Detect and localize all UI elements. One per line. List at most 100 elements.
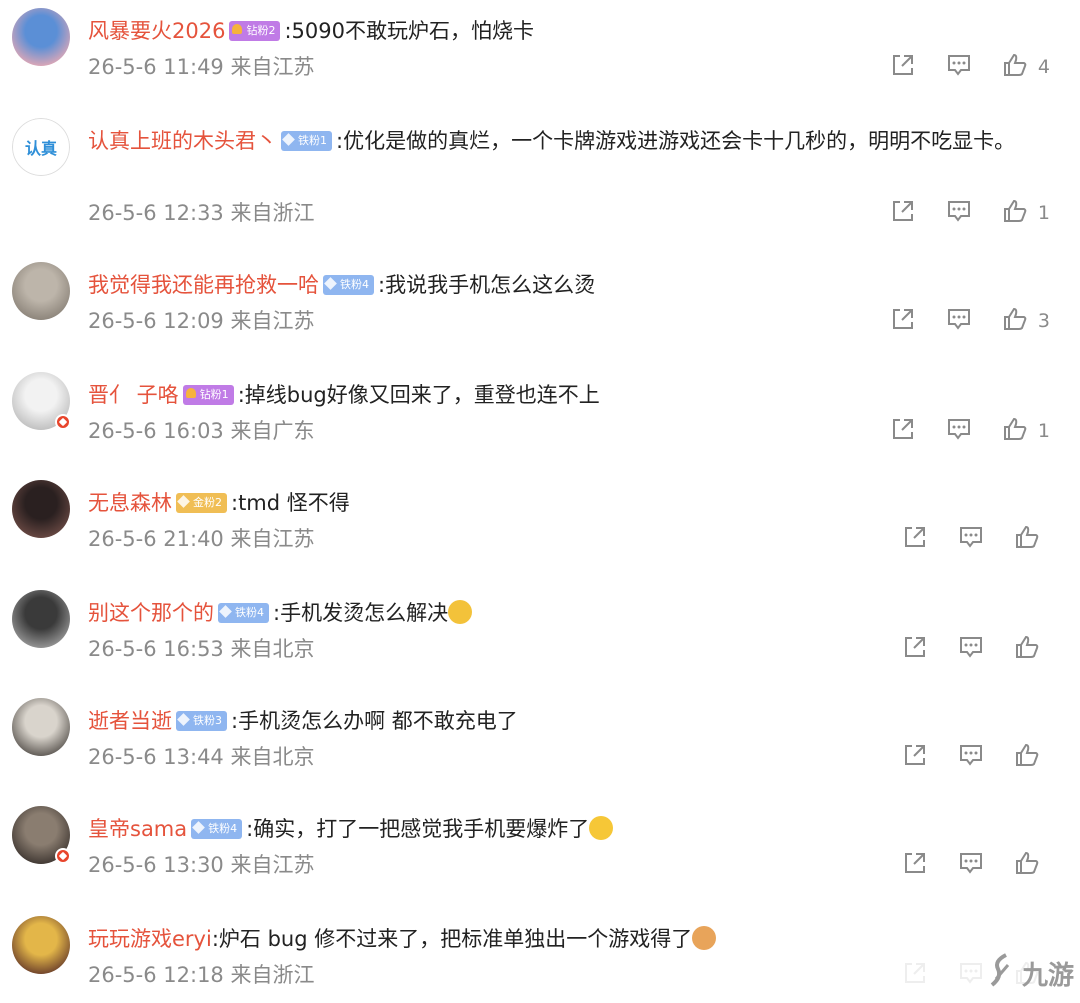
comment-text: :确实，打了一把感觉我手机要爆炸了 bbox=[246, 817, 590, 841]
comment-actions: 1 bbox=[860, 198, 1050, 228]
username[interactable]: 别这个那个的 bbox=[88, 601, 214, 625]
avatar[interactable] bbox=[12, 916, 70, 974]
fan-badge-label: 铁粉4 bbox=[235, 605, 264, 619]
comment-meta: 26-5-6 16:53 来自北京 bbox=[88, 637, 315, 661]
like-count: 4 bbox=[1037, 56, 1050, 78]
reply-button[interactable] bbox=[946, 198, 972, 229]
comment-meta: 26-5-6 11:49 来自江苏 bbox=[88, 55, 315, 79]
fan-badge: 铁粉4 bbox=[323, 274, 374, 295]
comment-meta: 26-5-6 21:40 来自江苏 bbox=[88, 527, 315, 551]
like-button[interactable] bbox=[1014, 742, 1040, 773]
comment-text: :掉线bug好像又回来了，重登也连不上 bbox=[237, 383, 600, 407]
diamond-icon bbox=[324, 276, 337, 290]
comment-icon bbox=[958, 524, 984, 555]
thumbs-up-icon bbox=[1014, 634, 1040, 665]
fan-badge-label: 铁粉3 bbox=[193, 713, 222, 727]
thumbs-up-icon bbox=[1002, 306, 1028, 337]
watermark-logo-icon bbox=[986, 952, 1016, 994]
username[interactable]: 认真上班的木头君丶 bbox=[88, 129, 277, 153]
like-button[interactable]: 1 bbox=[1002, 416, 1050, 447]
diamond-icon bbox=[192, 820, 206, 834]
share-button[interactable] bbox=[890, 52, 916, 83]
comment-text: :手机发烫怎么解决 bbox=[273, 601, 449, 625]
thumbs-up-icon bbox=[1014, 524, 1040, 555]
fan-badge: 铁粉4 bbox=[191, 818, 243, 839]
comment-text: :我说我手机怎么这么烫 bbox=[378, 273, 596, 297]
like-button[interactable]: 3 bbox=[1002, 306, 1050, 337]
comment-meta: 26-5-6 12:33 来自浙江 bbox=[88, 201, 315, 225]
avatar[interactable] bbox=[12, 480, 70, 538]
comment-icon bbox=[958, 742, 984, 773]
share-button[interactable] bbox=[902, 850, 928, 881]
like-button[interactable] bbox=[1014, 634, 1040, 665]
comment-meta: 26-5-6 13:30 来自江苏 bbox=[88, 853, 315, 877]
fan-badge-label: 金粉2 bbox=[193, 495, 222, 509]
watermark-text: 九游 bbox=[1021, 960, 1074, 991]
comment-actions bbox=[872, 742, 1040, 772]
username[interactable]: 晋亻 子咯 bbox=[88, 383, 179, 407]
verified-badge-icon bbox=[55, 414, 71, 430]
comment-text: :手机烫怎么办啊 都不敢充电了 bbox=[231, 709, 518, 733]
diamond-icon bbox=[282, 132, 295, 146]
fan-badge-label: 钻粉1 bbox=[199, 387, 229, 401]
share-button[interactable] bbox=[902, 524, 928, 555]
fan-badge: 铁粉1 bbox=[281, 130, 332, 151]
avatar-text: 认真 bbox=[12, 118, 70, 176]
avatar[interactable] bbox=[12, 698, 70, 756]
like-count: 1 bbox=[1037, 420, 1050, 442]
comment-actions: 3 bbox=[860, 306, 1050, 336]
comment-icon bbox=[958, 850, 984, 881]
share-button[interactable] bbox=[890, 416, 916, 447]
comment-icon bbox=[946, 416, 972, 447]
reply-button[interactable] bbox=[958, 850, 984, 881]
like-button[interactable]: 4 bbox=[1002, 52, 1050, 83]
reply-button[interactable] bbox=[946, 416, 972, 447]
share-icon bbox=[902, 742, 928, 773]
comment-icon bbox=[946, 198, 972, 229]
reply-button[interactable] bbox=[946, 306, 972, 337]
fan-badge: 钻粉2 bbox=[229, 20, 281, 41]
like-button[interactable] bbox=[1014, 524, 1040, 555]
thumbs-up-icon bbox=[1014, 850, 1040, 881]
avatar[interactable] bbox=[12, 262, 70, 320]
thumbs-up-icon bbox=[1002, 52, 1028, 83]
fan-badge: 铁粉4 bbox=[218, 602, 269, 623]
username[interactable]: 玩玩游戏eryi bbox=[88, 927, 212, 951]
diamond-icon bbox=[177, 494, 190, 508]
share-icon bbox=[890, 198, 916, 229]
crown-icon bbox=[232, 23, 243, 34]
thumbs-up-icon bbox=[1014, 742, 1040, 773]
like-button[interactable] bbox=[1014, 850, 1040, 881]
avatar[interactable] bbox=[12, 590, 70, 648]
crown-icon bbox=[185, 387, 196, 398]
reply-button[interactable] bbox=[958, 634, 984, 665]
avatar[interactable] bbox=[12, 8, 70, 66]
comment-meta: 26-5-6 12:09 来自江苏 bbox=[88, 309, 315, 333]
fan-badge-label: 铁粉4 bbox=[208, 821, 238, 835]
share-button[interactable] bbox=[890, 306, 916, 337]
username[interactable]: 无息森林 bbox=[88, 491, 172, 515]
comment-icon bbox=[958, 634, 984, 665]
share-button[interactable] bbox=[902, 634, 928, 665]
thumbs-up-icon bbox=[1002, 198, 1028, 229]
share-button[interactable] bbox=[902, 742, 928, 773]
reply-button[interactable] bbox=[958, 524, 984, 555]
avatar[interactable]: 认真 bbox=[12, 118, 70, 176]
username[interactable]: 风暴要火2026 bbox=[88, 19, 225, 43]
comment-actions bbox=[872, 850, 1040, 880]
username[interactable]: 皇帝sama bbox=[88, 817, 187, 841]
reply-button[interactable] bbox=[958, 742, 984, 773]
fan-badge: 金粉2 bbox=[176, 492, 227, 513]
comment-text: :炉石 bug 修不过来了，把标准单独出一个游戏得了 bbox=[211, 927, 693, 951]
comment-actions bbox=[872, 634, 1040, 664]
username[interactable]: 逝者当逝 bbox=[88, 709, 172, 733]
verified-badge-icon bbox=[55, 848, 71, 864]
like-count: 3 bbox=[1037, 310, 1050, 332]
share-icon bbox=[902, 634, 928, 665]
share-button[interactable] bbox=[890, 198, 916, 229]
username[interactable]: 我觉得我还能再抢救一哈 bbox=[88, 273, 319, 297]
comment-icon bbox=[946, 52, 972, 83]
like-button[interactable]: 1 bbox=[1002, 198, 1050, 229]
reply-button[interactable] bbox=[946, 52, 972, 83]
thumbs-up-icon bbox=[1002, 416, 1028, 447]
